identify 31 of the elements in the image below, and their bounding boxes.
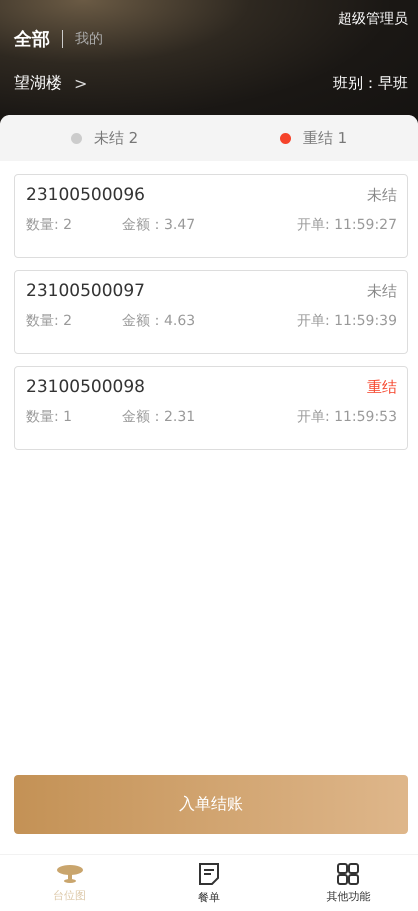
order-open-time: 开单: 11:59:39 <box>296 312 397 330</box>
document-icon <box>198 862 220 886</box>
scope-tab[interactable]: 全部 <box>14 27 50 51</box>
scope-tab[interactable]: 我的 <box>75 30 103 48</box>
order-card[interactable]: 23100500097 未结 数量: 2 金额：4.63 开单: 11:59:39 <box>14 270 408 354</box>
order-status: 未结 <box>367 282 397 300</box>
user-role: 超级管理员 <box>338 10 408 28</box>
order-number: 23100500098 <box>26 377 145 397</box>
order-status: 重结 <box>367 378 397 396</box>
order-amount: 金额：3.47 <box>122 216 196 234</box>
order-card[interactable]: 23100500098 重结 数量: 1 金额：2.31 开单: 11:59:53 <box>14 366 408 450</box>
location-name[interactable]: 望湖楼 <box>14 73 62 94</box>
order-quantity: 数量: 1 <box>26 408 74 426</box>
order-number: 23100500097 <box>26 281 145 301</box>
status-filter[interactable]: 未结 2 <box>94 128 138 148</box>
status-filter[interactable]: 重结 1 <box>302 128 348 148</box>
order-card[interactable]: 23100500096 未结 数量: 2 金额：3.47 开单: 11:59:27 <box>14 174 408 258</box>
order-open-time: 开单: 11:59:27 <box>296 216 397 234</box>
shift-label: 班别：早班 <box>333 74 408 93</box>
order-amount: 金额：2.31 <box>122 408 196 426</box>
nav-tab[interactable]: 其他功能 <box>278 855 418 911</box>
grid-icon <box>337 862 360 884</box>
order-quantity: 数量: 2 <box>26 312 74 330</box>
order-amount: 金额：4.63 <box>122 312 196 330</box>
chevron-icon[interactable]: > <box>74 74 88 93</box>
order-number: 23100500096 <box>26 185 145 205</box>
order-status: 未结 <box>367 186 397 204</box>
order-quantity: 数量: 2 <box>26 216 74 234</box>
round-table-icon <box>56 864 84 884</box>
nav-tab[interactable]: 餐单 <box>139 855 279 911</box>
order-open-time: 开单: 11:59:53 <box>296 408 397 426</box>
